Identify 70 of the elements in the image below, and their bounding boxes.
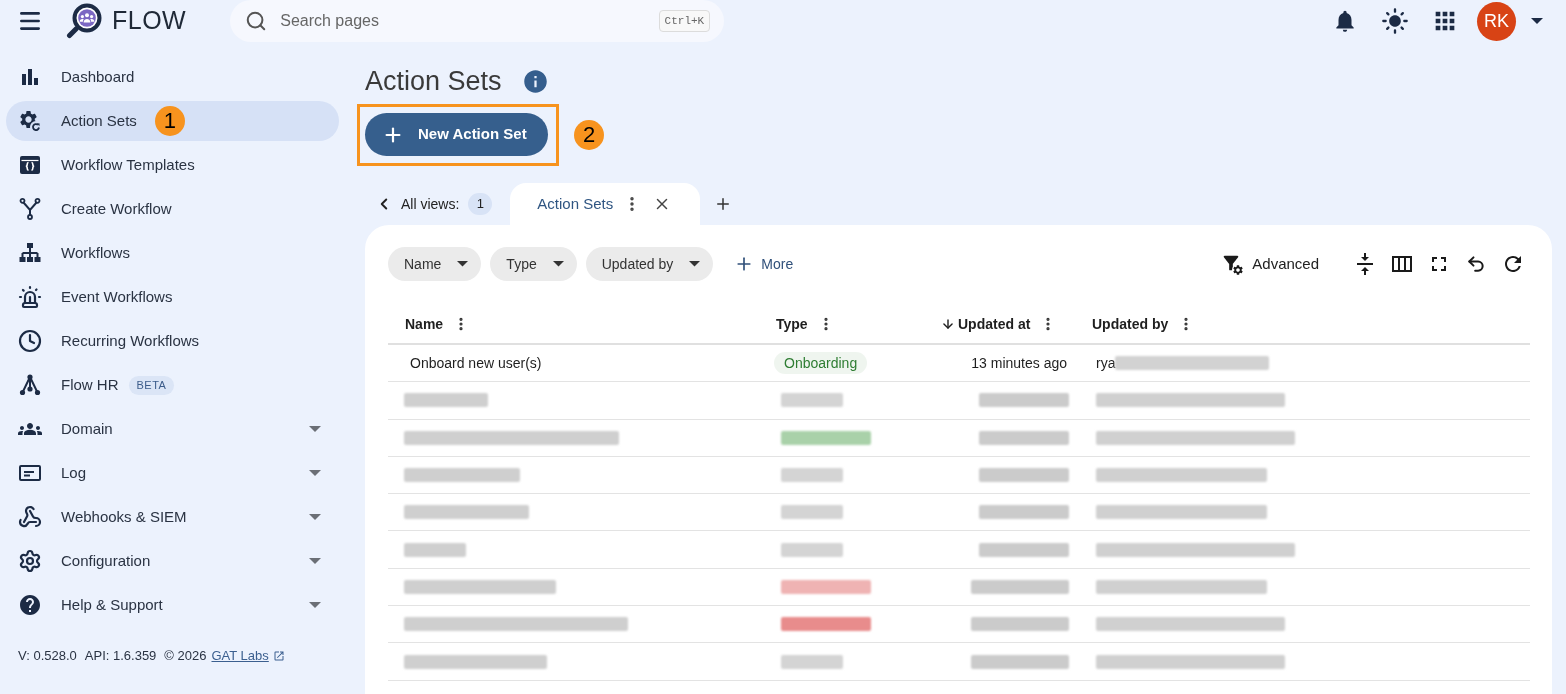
table-cell-text: 13 minutes ago [970, 353, 1068, 373]
caret-icon [689, 261, 701, 267]
blurred-text [404, 542, 466, 557]
advanced-filter-button[interactable]: Advanced [1220, 252, 1319, 276]
magnifier-logo-icon [66, 3, 102, 39]
webhook-icon [18, 505, 42, 529]
sidebar-item[interactable]: Flow HR BETA [6, 365, 339, 405]
undo-icon [1466, 254, 1486, 274]
version-text: V: 0.528.0 [18, 647, 77, 665]
sidebar-item[interactable]: Dashboard [6, 57, 339, 97]
caret-icon [309, 470, 321, 476]
caret-icon [457, 261, 469, 267]
search-icon [245, 10, 268, 32]
columns-icon [1392, 256, 1412, 272]
filter-chip[interactable]: Type [490, 247, 577, 281]
caret-icon [309, 558, 321, 564]
search-field[interactable]: Search pages Ctrl+K [230, 0, 725, 42]
filter-chip[interactable]: Name [388, 247, 482, 281]
view-tab[interactable]: Action Sets [510, 183, 701, 225]
caret-icon [552, 261, 564, 267]
copyright-text: © 2026 [164, 647, 207, 665]
caret-icon [309, 514, 321, 520]
column-header[interactable]: Type [766, 305, 931, 343]
type-tag: Onboarding [774, 352, 868, 375]
sidebar-item[interactable]: Domain [6, 409, 339, 449]
code-window-icon [18, 153, 42, 177]
caret-icon [1531, 18, 1543, 24]
column-header[interactable]: Updated by [1081, 305, 1530, 343]
filter-chip[interactable]: Updated by [585, 247, 714, 281]
fork-icon [18, 197, 42, 221]
column-header[interactable]: Name [388, 305, 766, 343]
page-title: Action Sets [365, 64, 502, 98]
caret-icon [309, 602, 321, 608]
sidebar-item[interactable]: Log [6, 453, 339, 493]
new-action-set-button[interactable]: New Action Set [365, 113, 548, 156]
shortcut-key: Ctrl+K [658, 10, 711, 32]
api-version-text: API: 1.6.359 [84, 647, 157, 665]
caret-icon [309, 426, 321, 432]
help-icon [18, 593, 42, 617]
app-name: FLOW [112, 5, 187, 37]
sidebar-item[interactable]: Event Workflows [6, 277, 339, 317]
more-filters-button[interactable]: More [734, 253, 794, 275]
external-link-icon [272, 649, 285, 662]
hierarchy-icon [18, 241, 42, 265]
theme-button[interactable] [1381, 7, 1409, 35]
step-marker: 1 [154, 106, 185, 136]
sidebar-item[interactable]: Workflows [6, 233, 339, 273]
table-cell-text: rya [1096, 353, 1116, 373]
column-header[interactable]: Updated at [931, 305, 1081, 343]
sidebar-item[interactable]: Workflow Templates [6, 145, 339, 185]
count-badge: 1 [468, 193, 493, 215]
sun-icon [1381, 7, 1409, 35]
settings-icon [18, 549, 42, 573]
siren-icon [18, 285, 42, 309]
user-avatar[interactable]: RK [1477, 1, 1516, 41]
sidebar-item[interactable]: Webhooks & SIEM [6, 497, 339, 537]
company-link[interactable]: GAT Labs [211, 646, 269, 666]
info-icon [521, 67, 549, 95]
beta-tag: BETA [128, 375, 175, 395]
sidebar-item[interactable]: Help & Support [6, 585, 339, 625]
gear-refresh-icon [18, 109, 42, 133]
all-views-button[interactable]: All views: 1 [365, 183, 493, 225]
clock-icon [18, 329, 42, 353]
sidebar-item[interactable]: Action Sets 1 [6, 101, 339, 141]
sidebar-item[interactable]: Configuration [6, 541, 339, 581]
sidebar-item[interactable]: Recurring Workflows [6, 321, 339, 361]
tree-nodes-icon [18, 373, 42, 397]
sidebar-item[interactable]: Create Workflow [6, 189, 339, 229]
table-cell-text: Onboard new user(s) [409, 353, 543, 373]
step-marker: 2 [574, 120, 604, 150]
